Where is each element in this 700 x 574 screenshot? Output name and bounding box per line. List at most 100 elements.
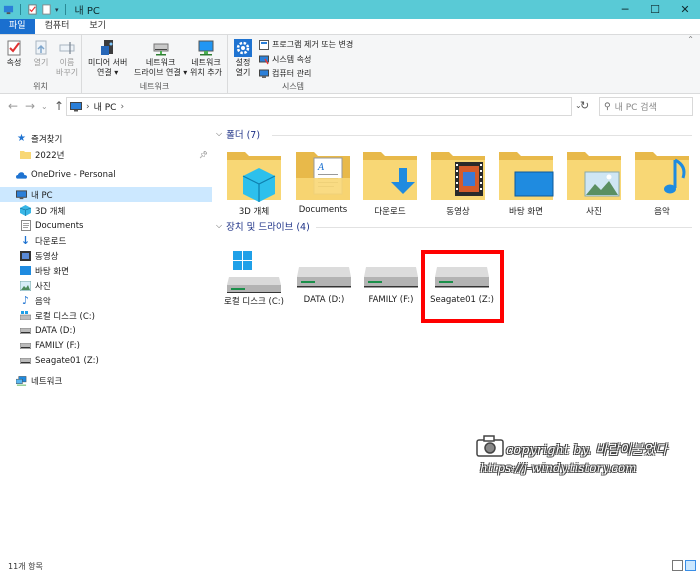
tab-view[interactable]: 보기	[79, 19, 116, 34]
quick-access-dropdown-icon[interactable]: ▾	[55, 6, 59, 14]
folder-3d-objects-label: 3D 개체	[238, 207, 270, 217]
nav-item-music[interactable]: ♪ 음악	[0, 293, 212, 308]
folder-music-icon	[635, 152, 689, 200]
folder-desktop[interactable]: 바탕 화면	[492, 148, 560, 217]
3d-objects-icon	[20, 205, 31, 216]
nav-item-pictures[interactable]: 사진	[0, 278, 212, 293]
folder-3d-objects-icon	[227, 152, 281, 202]
minimize-button[interactable]: ─	[610, 0, 640, 19]
navigation-pane: ★ 즐겨찾기 2022년 📌︎ OneDrive - Personal 내 PC…	[0, 122, 212, 552]
desktop-icon	[20, 265, 31, 276]
nav-quick-access-label: 즐겨찾기	[31, 134, 63, 145]
folder-desktop-label: 바탕 화면	[509, 207, 543, 217]
uninstall-program-label: 프로그램 제거 또는 변경	[272, 40, 354, 49]
folder-downloads[interactable]: 다운로드	[356, 148, 424, 217]
address-field[interactable]: › 내 PC ›	[66, 97, 572, 116]
search-input[interactable]: ⚲ 내 PC 검색	[599, 97, 693, 116]
large-icons-view-icon[interactable]	[685, 560, 696, 571]
this-pc-icon[interactable]	[3, 4, 14, 15]
collapse-chevron-icon[interactable]: ⌵	[216, 129, 222, 139]
folder-documents-icon: A	[296, 152, 350, 200]
network-icon	[16, 375, 27, 386]
details-view-icon[interactable]	[672, 560, 683, 571]
folder-documents[interactable]: A Documents	[289, 148, 357, 215]
folders-group-header[interactable]: ⌵ 폴더 (7)	[216, 127, 260, 141]
close-button[interactable]: ✕	[670, 0, 700, 19]
folder-downloads-label: 다운로드	[374, 207, 406, 217]
collapse-chevron-icon[interactable]: ⌵	[216, 221, 222, 231]
tab-computer[interactable]: 컴퓨터	[35, 19, 80, 34]
nav-item-desktop[interactable]: 바탕 화면	[0, 263, 212, 278]
ribbon-collapse-icon[interactable]: ⌃	[687, 35, 694, 44]
folder-music[interactable]: 음악	[628, 148, 696, 217]
nav-this-pc-label: 내 PC	[31, 190, 53, 201]
refresh-icon[interactable]: ↻	[580, 99, 589, 112]
nav-item-drive-d-label: DATA (D:)	[35, 325, 76, 336]
nav-network[interactable]: 네트워크	[0, 373, 212, 388]
tab-file[interactable]: 파일	[0, 19, 35, 34]
folder-3d-objects[interactable]: 3D 개체	[220, 148, 288, 217]
folder-icon	[20, 149, 31, 160]
highlight-box	[421, 250, 504, 323]
nav-item-downloads-label: 다운로드	[35, 236, 67, 247]
download-arrow-icon: ↓	[20, 234, 31, 247]
rename-button[interactable]: 이름 바꾸기	[56, 38, 78, 78]
breadcrumb-this-pc[interactable]: 내 PC	[94, 100, 117, 113]
drive-c[interactable]: 로컬 디스크 (C:)	[219, 251, 289, 307]
nav-item-videos[interactable]: 동영상	[0, 248, 212, 263]
nav-item-drive-c[interactable]: 로컬 디스크 (C:)	[0, 308, 212, 323]
media-server-label: 미디어 서버 연결 ▾	[88, 58, 128, 77]
watermark-copyright: copyright by. 바람이불었다	[506, 443, 668, 458]
new-folder-quick-icon[interactable]	[41, 4, 52, 15]
nav-onedrive[interactable]: OneDrive - Personal	[0, 167, 212, 182]
nav-item-3d-objects[interactable]: 3D 개체	[0, 203, 212, 218]
breadcrumb-chevron-icon[interactable]: ›	[120, 102, 124, 112]
nav-item-drive-d[interactable]: DATA (D:)	[0, 323, 212, 338]
windows-drive-icon	[20, 310, 31, 321]
drive-icon	[20, 355, 31, 366]
media-server-button[interactable]: 미디어 서버 연결 ▾	[88, 38, 127, 78]
open-label: 열기	[33, 58, 49, 67]
add-network-location-button[interactable]: 네트워크 위치 추가	[190, 38, 222, 78]
properties-button[interactable]: 속성	[4, 38, 24, 68]
title-bar: ▾ 내 PC ─ ☐ ✕	[0, 0, 700, 19]
drives-group-header[interactable]: ⌵ 장치 및 드라이브 (4)	[216, 219, 310, 233]
nav-quick-access[interactable]: ★ 즐겨찾기	[0, 131, 212, 146]
computer-management-button[interactable]: 컴퓨터 관리	[259, 68, 311, 79]
properties-label: 속성	[6, 58, 22, 67]
system-properties-button[interactable]: 시스템 속성	[259, 54, 311, 65]
star-icon: ★	[17, 133, 26, 144]
folder-pictures[interactable]: 사진	[560, 148, 628, 217]
uninstall-program-button[interactable]: 프로그램 제거 또는 변경	[259, 39, 353, 50]
pictures-icon	[20, 280, 31, 291]
computer-management-icon	[259, 69, 269, 78]
drive-f[interactable]: FAMILY (F:)	[356, 251, 426, 305]
open-settings-button[interactable]: 설정 열기	[233, 38, 253, 78]
up-arrow-icon[interactable]: ↑	[54, 99, 64, 113]
recent-locations-icon[interactable]: ⌄	[41, 102, 48, 111]
nav-item-2022[interactable]: 2022년 📌︎	[0, 147, 212, 162]
nav-item-drive-z[interactable]: Seagate01 (Z:)	[0, 353, 212, 368]
nav-network-label: 네트워크	[31, 376, 63, 387]
back-arrow-icon[interactable]: ←	[8, 99, 18, 113]
status-bar: 11개 항목	[0, 558, 700, 574]
nav-this-pc[interactable]: 내 PC	[0, 187, 212, 202]
map-network-drive-button[interactable]: 네트워크 드라이브 연결 ▾	[134, 38, 187, 78]
nav-item-documents[interactable]: Documents	[0, 218, 212, 233]
properties-quick-icon[interactable]	[27, 4, 38, 15]
folder-videos-icon	[431, 152, 485, 200]
search-placeholder: 내 PC 검색	[614, 103, 657, 113]
settings-gear-icon	[234, 39, 252, 57]
nav-item-drive-f[interactable]: FAMILY (F:)	[0, 338, 212, 353]
folder-videos[interactable]: 동영상	[424, 148, 492, 217]
forward-arrow-icon[interactable]: →	[25, 99, 35, 113]
open-button[interactable]: 열기	[31, 38, 51, 68]
drive-d[interactable]: DATA (D:)	[289, 251, 359, 305]
breadcrumb-separator-icon: ›	[86, 101, 90, 112]
nav-item-downloads[interactable]: ↓ 다운로드	[0, 233, 212, 248]
pin-icon[interactable]: 📌︎	[199, 151, 208, 159]
ribbon-group-system: 설정 열기 프로그램 제거 또는 변경 시스템 속성 컴퓨터 관리 시스템	[228, 35, 358, 94]
map-network-drive-label: 네트워크 드라이브 연결 ▾	[134, 58, 188, 77]
ribbon-group-location: 속성 열기 이름 바꾸기 위치	[0, 35, 82, 94]
maximize-button[interactable]: ☐	[640, 0, 670, 19]
